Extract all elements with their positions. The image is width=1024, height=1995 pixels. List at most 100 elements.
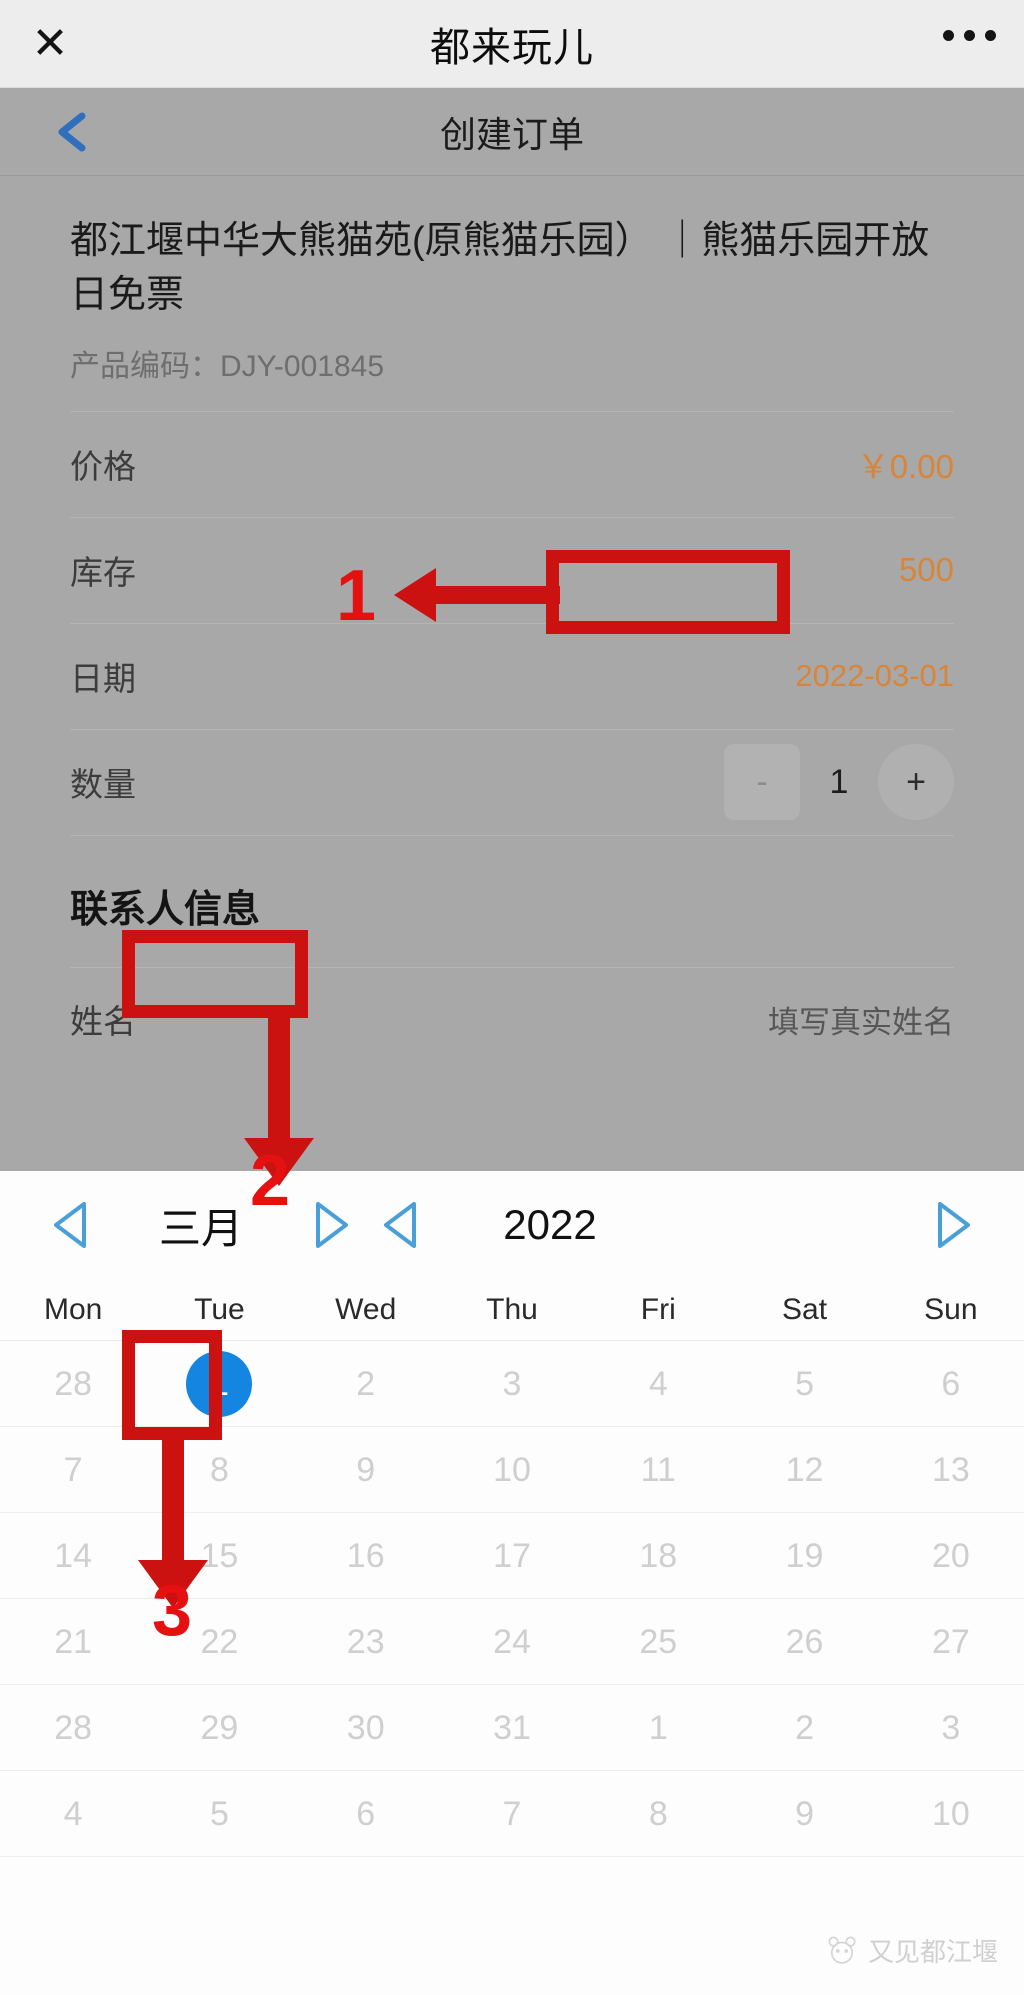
calendar-day[interactable]: 12 <box>731 1427 877 1513</box>
calendar-day[interactable]: 6 <box>878 1341 1024 1427</box>
quantity-increment-button[interactable]: + <box>878 744 954 821</box>
name-row[interactable]: 姓名 填写真实姓名 <box>70 966 954 1071</box>
calendar-day[interactable]: 21 <box>0 1599 146 1685</box>
calendar-day[interactable]: 26 <box>731 1599 877 1685</box>
calendar-day[interactable]: 9 <box>731 1771 877 1857</box>
name-label: 姓名 <box>70 1003 136 1041</box>
calendar-day[interactable]: 28 <box>0 1685 146 1771</box>
calendar-year[interactable]: 2022 <box>440 1201 660 1249</box>
weekday-sat: Sat <box>782 1292 828 1326</box>
calendar-day[interactable]: 1 <box>585 1685 731 1771</box>
calendar-day-label: 3 <box>941 1708 961 1747</box>
calendar-day[interactable]: 28 <box>0 1341 146 1427</box>
calendar-day[interactable]: 16 <box>293 1513 439 1599</box>
calendar-day[interactable]: 20 <box>878 1513 1024 1599</box>
order-page-dimmed: 创建订单 都江堰中华大熊猫苑(原熊猫乐园） ｜熊猫乐园开放日免票 产品编码：DJ… <box>0 88 1024 1171</box>
calendar-day[interactable]: 10 <box>878 1771 1024 1857</box>
calendar-day[interactable]: 30 <box>293 1685 439 1771</box>
calendar-day[interactable]: 18 <box>585 1513 731 1599</box>
calendar-day[interactable]: 27 <box>878 1599 1024 1685</box>
calendar-day-label: 6 <box>941 1364 961 1403</box>
calendar-month[interactable]: 三月 <box>110 1195 292 1256</box>
more-dot <box>943 30 954 41</box>
date-row[interactable]: 日期 2022-03-01 <box>70 622 954 729</box>
calendar-day[interactable]: 17 <box>439 1513 585 1599</box>
calendar-day-label: 11 <box>640 1450 676 1489</box>
calendar-day[interactable]: 3 <box>878 1685 1024 1771</box>
prev-month-triangle-left-icon[interactable] <box>36 1188 110 1262</box>
calendar-header: 三月 2022 <box>0 1171 1024 1279</box>
calendar-day-label: 8 <box>209 1450 229 1489</box>
close-icon[interactable]: ✕ <box>24 18 76 70</box>
calendar-day[interactable]: 8 <box>585 1771 731 1857</box>
calendar-day[interactable]: 9 <box>293 1427 439 1513</box>
quantity-value: 1 <box>829 762 849 801</box>
calendar-day[interactable]: 23 <box>293 1599 439 1685</box>
calendar-day[interactable]: 5 <box>146 1771 292 1857</box>
weekday-tue: Tue <box>194 1292 245 1326</box>
calendar-day[interactable]: 8 <box>146 1427 292 1513</box>
calendar-day-label: 2 <box>795 1708 815 1747</box>
calendar-week-row: 28 29 30 31 1 2 3 <box>0 1685 1024 1771</box>
chevron-left-icon[interactable] <box>52 110 92 154</box>
calendar-day-label: 31 <box>493 1708 531 1747</box>
calendar-day-label: 9 <box>795 1794 815 1833</box>
wechat-title: 都来玩儿 <box>430 25 594 70</box>
calendar-day[interactable]: 22 <box>146 1599 292 1685</box>
price-value: ￥0.00 <box>856 448 954 486</box>
next-year-triangle-right-icon[interactable] <box>914 1188 988 1262</box>
calendar-day-label: 1 <box>648 1708 668 1747</box>
calendar-day[interactable]: 13 <box>878 1427 1024 1513</box>
calendar-day[interactable]: 15 <box>146 1513 292 1599</box>
calendar-day-label: 26 <box>785 1622 824 1661</box>
calendar-day-label: 8 <box>648 1794 668 1833</box>
calendar-day-label: 6 <box>356 1794 376 1833</box>
calendar-day-label: 15 <box>200 1536 239 1575</box>
order-card: 都江堰中华大熊猫苑(原熊猫乐园） ｜熊猫乐园开放日免票 产品编码：DJY-001… <box>0 177 1024 1071</box>
calendar-day[interactable]: 29 <box>146 1685 292 1771</box>
calendar-day[interactable]: 25 <box>585 1599 731 1685</box>
date-picker-sheet: 三月 2022 Mon Tue Wed Thu Fri Sat Sun 28 1 2… <box>0 1171 1024 1995</box>
calendar-day[interactable]: 14 <box>0 1513 146 1599</box>
calendar-day[interactable]: 31 <box>439 1685 585 1771</box>
calendar-day[interactable]: 5 <box>731 1341 877 1427</box>
calendar-day-label: 12 <box>785 1450 824 1489</box>
calendar-day[interactable]: 3 <box>439 1341 585 1427</box>
calendar-day-label: 4 <box>648 1364 668 1403</box>
calendar-day-label: 19 <box>785 1536 824 1575</box>
calendar-day[interactable]: 19 <box>731 1513 877 1599</box>
calendar-day[interactable]: 24 <box>439 1599 585 1685</box>
more-dots-icon[interactable] <box>943 30 996 41</box>
calendar-day-label: 18 <box>639 1536 678 1575</box>
panda-icon <box>828 1936 856 1964</box>
calendar-day[interactable]: 10 <box>439 1427 585 1513</box>
quantity-stepper: - 1 + <box>724 744 954 821</box>
calendar-day-label: 24 <box>493 1622 531 1661</box>
calendar-week-row: 7 8 9 10 11 12 13 <box>0 1427 1024 1513</box>
calendar-day-label: 9 <box>356 1450 376 1489</box>
quantity-decrement-button[interactable]: - <box>724 744 800 821</box>
calendar-day[interactable]: 11 <box>585 1427 731 1513</box>
calendar-day[interactable]: 6 <box>293 1771 439 1857</box>
weekday-mon: Mon <box>43 1292 103 1326</box>
more-dot <box>964 30 975 41</box>
name-input[interactable]: 填写真实姓名 <box>768 997 954 1042</box>
calendar-week-row: 4 5 6 7 8 9 10 <box>0 1771 1024 1857</box>
calendar-day-selected[interactable]: 1 <box>146 1341 292 1427</box>
calendar-day[interactable]: 2 <box>293 1341 439 1427</box>
next-month-triangle-right-icon[interactable] <box>292 1188 366 1262</box>
product-title: 都江堰中华大熊猫苑(原熊猫乐园） ｜熊猫乐园开放日免票 <box>70 220 930 316</box>
calendar-day[interactable]: 7 <box>439 1771 585 1857</box>
price-label: 价格 <box>70 448 136 486</box>
calendar-day[interactable]: 2 <box>731 1685 877 1771</box>
weekday-sun: Sun <box>924 1292 978 1326</box>
calendar-day[interactable]: 7 <box>0 1427 146 1513</box>
calendar-day[interactable]: 4 <box>0 1771 146 1857</box>
calendar-day-label: 16 <box>346 1536 385 1575</box>
weekday-fri: Fri <box>640 1292 676 1326</box>
calendar-day[interactable]: 4 <box>585 1341 731 1427</box>
calendar-day-label: 3 <box>502 1364 522 1403</box>
calendar-day-label: 20 <box>931 1536 970 1575</box>
prev-year-triangle-left-icon[interactable] <box>366 1188 440 1262</box>
date-value[interactable]: 2022-03-01 <box>795 658 954 694</box>
